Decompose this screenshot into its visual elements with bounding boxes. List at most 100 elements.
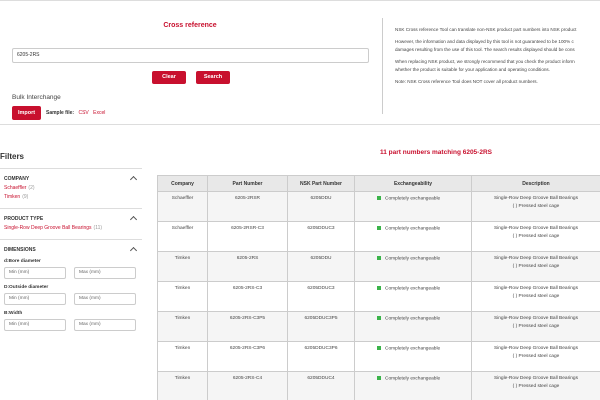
cage-text: ( ) Pressed steel cage (512, 264, 560, 269)
info-text: NSK Cross reference Tool can translate n… (395, 26, 600, 91)
exchangeable-indicator-icon (377, 376, 381, 380)
exchangeability-cell: Completely exchangeable (354, 311, 472, 342)
filter-option-schaeffler[interactable]: Schaeffler (2) (4, 185, 138, 191)
sample-file-label: Sample file: (46, 110, 75, 116)
nsk-part-number-link[interactable]: 6205DDU (287, 191, 355, 222)
company-cell: Schaeffler (157, 191, 208, 222)
table-row: Schaeffler 6205-2RSR 6205DDU Completely exc… (157, 191, 600, 222)
info-paragraph: Note: NSK Cross reference Tool does NOT … (395, 79, 538, 85)
cage-text: ( ) Pressed steel cage (512, 204, 560, 209)
company-cell: Timken (157, 281, 208, 312)
table-row: Timken 6205-2RS 6205DDU Completely exchange… (157, 251, 600, 282)
cage-text: ( ) Pressed steel cage (512, 324, 560, 329)
description-text: Single-Row Deep Groove Ball Bearings (494, 286, 578, 291)
cage-text: ( ) Pressed steel cage (512, 294, 560, 299)
dimensions-filter: DIMENSIONS d:Bore diameter Min (mm) Max … (0, 239, 142, 335)
company-cell: Timken (157, 371, 208, 400)
bore-min-input[interactable]: Min (mm) (4, 267, 66, 279)
part-number-cell: 6205-2RS-C3P5 (207, 311, 288, 342)
excel-link[interactable]: Excel (93, 110, 105, 116)
exchangeability-cell: Completely exchangeable (354, 251, 472, 282)
column-header[interactable]: NSK Part Number (287, 175, 355, 192)
company-filter: COMPANY Schaeffler (2) Timken (9) (0, 168, 142, 204)
filter-option-product-type[interactable]: Single-Row Deep Groove Ball Bearings (11) (4, 225, 138, 231)
description-text: Single-Row Deep Groove Ball Bearings (494, 256, 578, 261)
search-button[interactable]: Search (196, 71, 230, 84)
description-cell: Single-Row Deep Groove Ball Bearings ( ) … (471, 281, 600, 312)
search-input[interactable]: 6205-2RS (12, 48, 369, 63)
sample-file: Sample file: CSV Excel (46, 110, 105, 116)
column-header[interactable]: Company (157, 175, 208, 192)
outside-min-input[interactable]: Min (mm) (4, 293, 66, 305)
filters-sidebar: COMPANY Schaeffler (2) Timken (9) PRODUCT … (0, 168, 142, 335)
description-cell: Single-Row Deep Groove Ball Bearings ( ) … (471, 221, 600, 252)
panel-divider (382, 18, 383, 114)
company-cell: Schaeffler (157, 221, 208, 252)
part-number-cell: 6205-2RSR-C3 (207, 221, 288, 252)
exchangeability-cell: Completely exchangeable (354, 371, 472, 400)
dimensions-heading: DIMENSIONS (4, 247, 36, 253)
results-title: 11 part numbers matching 6205-2RS (380, 149, 492, 156)
clear-button[interactable]: Clear (152, 71, 186, 84)
import-button[interactable]: Import (12, 106, 41, 120)
nsk-part-number-link[interactable]: 6205DDUC3 (287, 281, 355, 312)
bore-diameter-label: d:Bore diameter (4, 259, 41, 264)
company-filter-heading: COMPANY (4, 176, 30, 182)
exchangeability-text: Completely exchangeable (385, 226, 441, 232)
exchangeable-indicator-icon (377, 286, 381, 290)
column-header[interactable]: Exchangeability (354, 175, 472, 192)
exchangeable-indicator-icon (377, 256, 381, 260)
exchangeable-indicator-icon (377, 196, 381, 200)
table-row: Schaeffler 6205-2RSR-C3 6205DDUC3 Completel… (157, 221, 600, 252)
cross-reference-title: Cross reference (163, 22, 217, 29)
description-cell: Single-Row Deep Groove Ball Bearings ( ) … (471, 251, 600, 282)
table-row: Timken 6205-2RS-C3P6 6205DDUC3P6 Completely… (157, 341, 600, 372)
filter-option-timken[interactable]: Timken (9) (4, 194, 138, 200)
column-header[interactable]: Description (471, 175, 600, 192)
outside-diameter-label: D:Outside diameter (4, 285, 49, 290)
bore-max-input[interactable]: Max (mm) (74, 267, 136, 279)
width-label: B:Width (4, 311, 23, 316)
exchangeability-cell: Completely exchangeable (354, 341, 472, 372)
width-min-input[interactable]: Min (mm) (4, 319, 66, 331)
part-number-cell: 6205-2RSR (207, 191, 288, 222)
info-paragraph: NSK Cross reference Tool can translate n… (395, 27, 577, 32)
exchangeability-text: Completely exchangeable (385, 256, 441, 262)
description-text: Single-Row Deep Groove Ball Bearings (494, 376, 578, 381)
nsk-part-number-link[interactable]: 6205DDUC4 (287, 371, 355, 400)
table-row: Timken 6205-2RS-C3 6205DDUC3 Completely exc… (157, 281, 600, 312)
nsk-part-number-link[interactable]: 6205DDU (287, 251, 355, 282)
bulk-interchange-label: Bulk Interchange (12, 94, 61, 101)
part-number-cell: 6205-2RS-C3 (207, 281, 288, 312)
column-header[interactable]: Part Number (207, 175, 288, 192)
table-row: Timken 6205-2RS-C4 6205DDUC4 Completely exc… (157, 371, 600, 400)
results-table: Company Part Number NSK Part Number Exch… (157, 175, 600, 400)
table-row: Timken 6205-2RS-C3P5 6205DDUC3P5 Completely… (157, 311, 600, 342)
cage-text: ( ) Pressed steel cage (512, 354, 560, 359)
info-paragraph: When replacing NSK product, we strongly … (395, 59, 575, 73)
cage-text: ( ) Pressed steel cage (512, 384, 560, 389)
part-number-cell: 6205-2RS-C4 (207, 371, 288, 400)
width-max-input[interactable]: Max (mm) (74, 319, 136, 331)
cage-text: ( ) Pressed steel cage (512, 234, 560, 239)
outside-max-input[interactable]: Max (mm) (74, 293, 136, 305)
info-paragraph: However, the information and data displa… (395, 39, 575, 53)
description-text: Single-Row Deep Groove Ball Bearings (494, 316, 578, 321)
product-type-filter: PRODUCT TYPE Single-Row Deep Groove Ball… (0, 208, 142, 235)
exchangeability-cell: Completely exchangeable (354, 221, 472, 252)
company-cell: Timken (157, 341, 208, 372)
nsk-part-number-link[interactable]: 6205DDUC3 (287, 221, 355, 252)
exchangeable-indicator-icon (377, 346, 381, 350)
company-cell: Timken (157, 311, 208, 342)
description-cell: Single-Row Deep Groove Ball Bearings ( ) … (471, 341, 600, 372)
exchangeability-text: Completely exchangeable (385, 196, 441, 202)
nsk-part-number-link[interactable]: 6205DDUC3P5 (287, 311, 355, 342)
exchangeability-text: Completely exchangeable (385, 346, 441, 352)
table-header-row: Company Part Number NSK Part Number Exch… (157, 175, 600, 192)
part-number-cell: 6205-2RS-C3P6 (207, 341, 288, 372)
exchangeability-text: Completely exchangeable (385, 286, 441, 292)
exchangeability-text: Completely exchangeable (385, 376, 441, 382)
exchangeable-indicator-icon (377, 316, 381, 320)
csv-link[interactable]: CSV (78, 110, 88, 116)
nsk-part-number-link[interactable]: 6205DDUC3P6 (287, 341, 355, 372)
